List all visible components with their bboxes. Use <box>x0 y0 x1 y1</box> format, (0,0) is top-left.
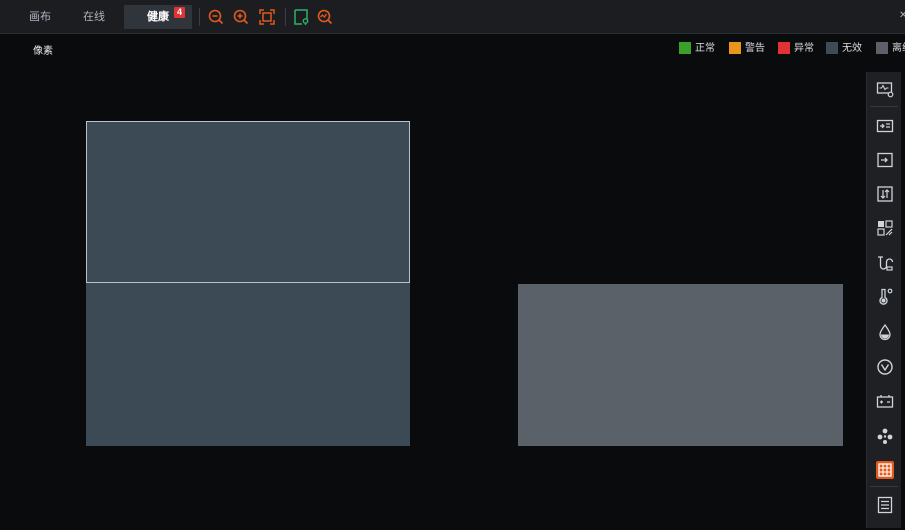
fit-screen-icon[interactable] <box>258 8 276 26</box>
legend-label: 异常 <box>794 43 814 54</box>
input-card-icon[interactable] <box>876 117 894 135</box>
transfer-icon[interactable] <box>876 185 894 203</box>
matrix-icon[interactable] <box>876 219 894 237</box>
voltage-icon[interactable] <box>876 358 894 376</box>
layout-canvas[interactable] <box>7 65 865 525</box>
legend-invalid: 无效 <box>826 42 862 55</box>
sidebar-divider <box>870 486 898 487</box>
cable-icon[interactable] <box>876 254 894 272</box>
legend-swatch <box>679 42 691 54</box>
list-icon[interactable] <box>876 496 894 514</box>
legend-swatch <box>876 42 888 54</box>
alert-count-badge: 4 <box>174 7 185 18</box>
close-icon[interactable]: ✕ <box>899 10 905 21</box>
input-icon[interactable] <box>876 151 894 169</box>
mode-label: 像素 <box>33 46 53 57</box>
battery-icon[interactable] <box>876 392 894 410</box>
legend-label: 警告 <box>745 43 765 54</box>
legend-swatch <box>826 42 838 54</box>
health-check-icon[interactable] <box>316 8 334 26</box>
toolbar-divider <box>285 8 286 26</box>
zoom-out-icon[interactable] <box>207 8 225 26</box>
zoom-in-icon[interactable] <box>232 8 250 26</box>
legend-warning: 警告 <box>729 42 765 55</box>
top-toolbar: 画布 在线 健康 4 ✕ <box>0 0 905 34</box>
legend-label: 正常 <box>695 43 715 54</box>
legend-label: 离线 <box>892 43 905 54</box>
tab-online[interactable]: 在线 <box>76 5 112 29</box>
legend-abnormal: 异常 <box>778 42 814 55</box>
sidebar-divider <box>870 106 898 107</box>
block-lower[interactable] <box>86 283 410 446</box>
tab-health-label: 健康 <box>147 11 169 23</box>
tab-health[interactable]: 健康 4 <box>124 5 192 29</box>
legend-label: 无效 <box>842 43 862 54</box>
fan-icon[interactable] <box>876 427 894 445</box>
legend-swatch <box>778 42 790 54</box>
right-sidebar <box>866 72 901 528</box>
legend-offline: 离线 <box>876 42 905 55</box>
block-selected[interactable] <box>86 121 410 283</box>
legend-normal: 正常 <box>679 42 715 55</box>
add-location-icon[interactable] <box>292 8 310 26</box>
toolbar-divider <box>199 8 200 26</box>
monitor-settings-icon[interactable] <box>876 80 894 98</box>
temperature-icon[interactable] <box>876 287 894 305</box>
humidity-icon[interactable] <box>876 323 894 341</box>
legend-swatch <box>729 42 741 54</box>
grid-icon[interactable] <box>876 461 894 479</box>
block-right[interactable] <box>518 284 843 446</box>
tab-canvas[interactable]: 画布 <box>22 5 58 29</box>
